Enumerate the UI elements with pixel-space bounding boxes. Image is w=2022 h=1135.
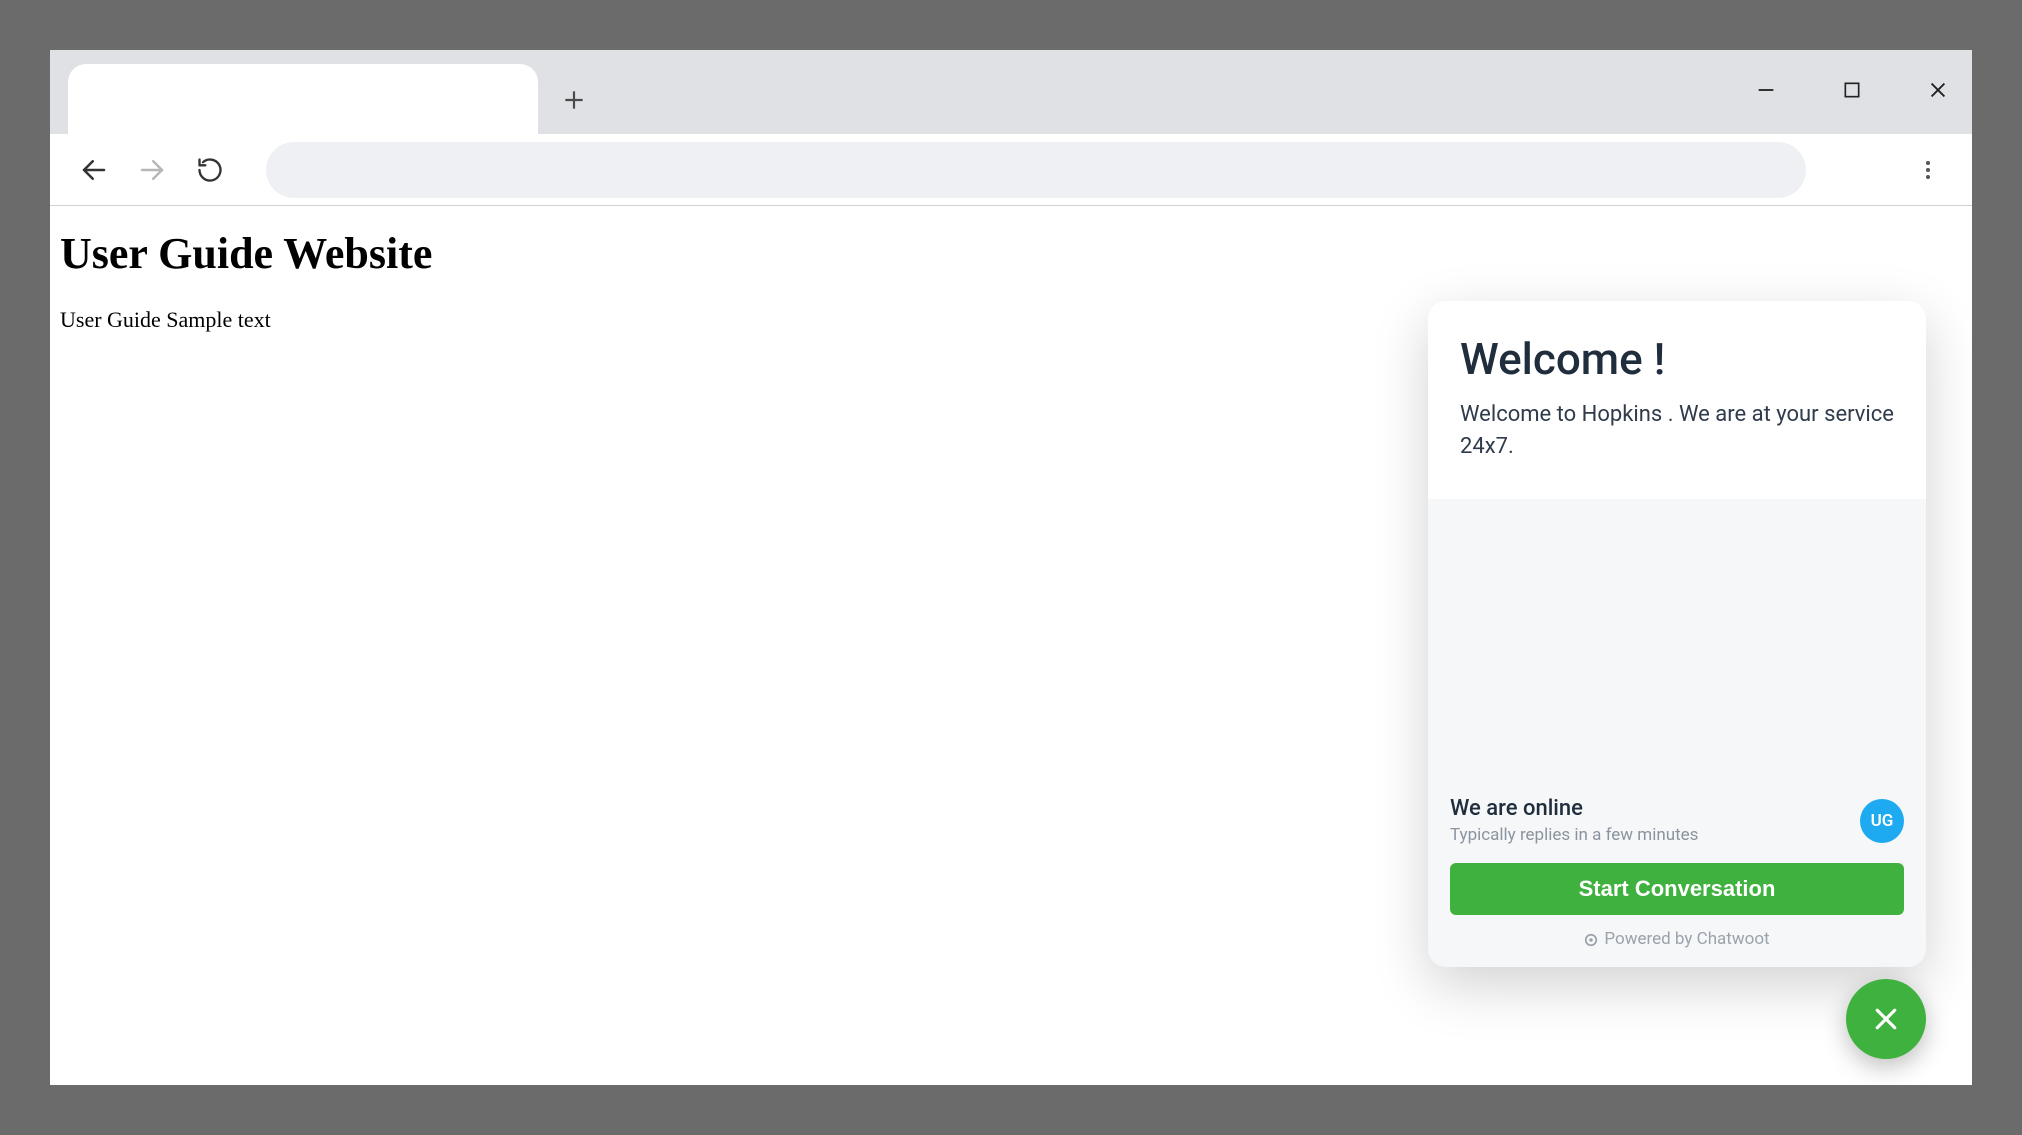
chat-toggle-button[interactable] — [1846, 979, 1926, 1059]
close-icon — [1871, 1004, 1901, 1034]
device-frame: User Guide Website User Guide Sample tex… — [0, 0, 2022, 1135]
powered-by[interactable]: Powered by Chatwoot — [1450, 929, 1904, 949]
browser-menu-button[interactable] — [1908, 150, 1948, 190]
reload-icon — [196, 156, 224, 184]
chat-online-label: We are online — [1450, 796, 1698, 821]
browser-tab[interactable] — [68, 64, 538, 134]
chat-welcome-text: Welcome to Hopkins . We are at your serv… — [1460, 399, 1894, 463]
new-tab-button[interactable] — [550, 76, 598, 124]
browser-window: User Guide Website User Guide Sample tex… — [50, 50, 1972, 1085]
chat-status-text: We are online Typically replies in a few… — [1450, 796, 1698, 845]
window-controls — [1744, 68, 1960, 112]
chat-body — [1428, 499, 1926, 776]
maximize-button[interactable] — [1830, 68, 1874, 112]
address-bar[interactable] — [266, 142, 1806, 198]
page-title: User Guide Website — [60, 228, 1962, 279]
minimize-button[interactable] — [1744, 68, 1788, 112]
chat-footer: We are online Typically replies in a few… — [1428, 776, 1926, 967]
more-vertical-icon — [1916, 158, 1940, 182]
agent-avatar: UG — [1860, 799, 1904, 843]
chat-status-row: We are online Typically replies in a few… — [1450, 796, 1904, 845]
arrow-left-icon — [79, 155, 109, 185]
start-conversation-button[interactable]: Start Conversation — [1450, 863, 1904, 915]
chat-header: Welcome ! Welcome to Hopkins . We are at… — [1428, 301, 1926, 499]
chat-reply-time: Typically replies in a few minutes — [1450, 825, 1698, 845]
tab-strip — [50, 50, 1972, 134]
minimize-icon — [1755, 79, 1777, 101]
arrow-right-icon — [137, 155, 167, 185]
maximize-icon — [1842, 80, 1862, 100]
reload-button[interactable] — [190, 150, 230, 190]
close-window-button[interactable] — [1916, 68, 1960, 112]
toolbar — [50, 134, 1972, 206]
forward-button[interactable] — [132, 150, 172, 190]
powered-by-text: Powered by Chatwoot — [1604, 929, 1769, 949]
back-button[interactable] — [74, 150, 114, 190]
close-icon — [1927, 79, 1949, 101]
chat-welcome-title: Welcome ! — [1460, 333, 1894, 385]
plus-icon — [561, 87, 587, 113]
chatwoot-logo-icon — [1584, 932, 1598, 946]
chat-widget: Welcome ! Welcome to Hopkins . We are at… — [1428, 301, 1926, 967]
